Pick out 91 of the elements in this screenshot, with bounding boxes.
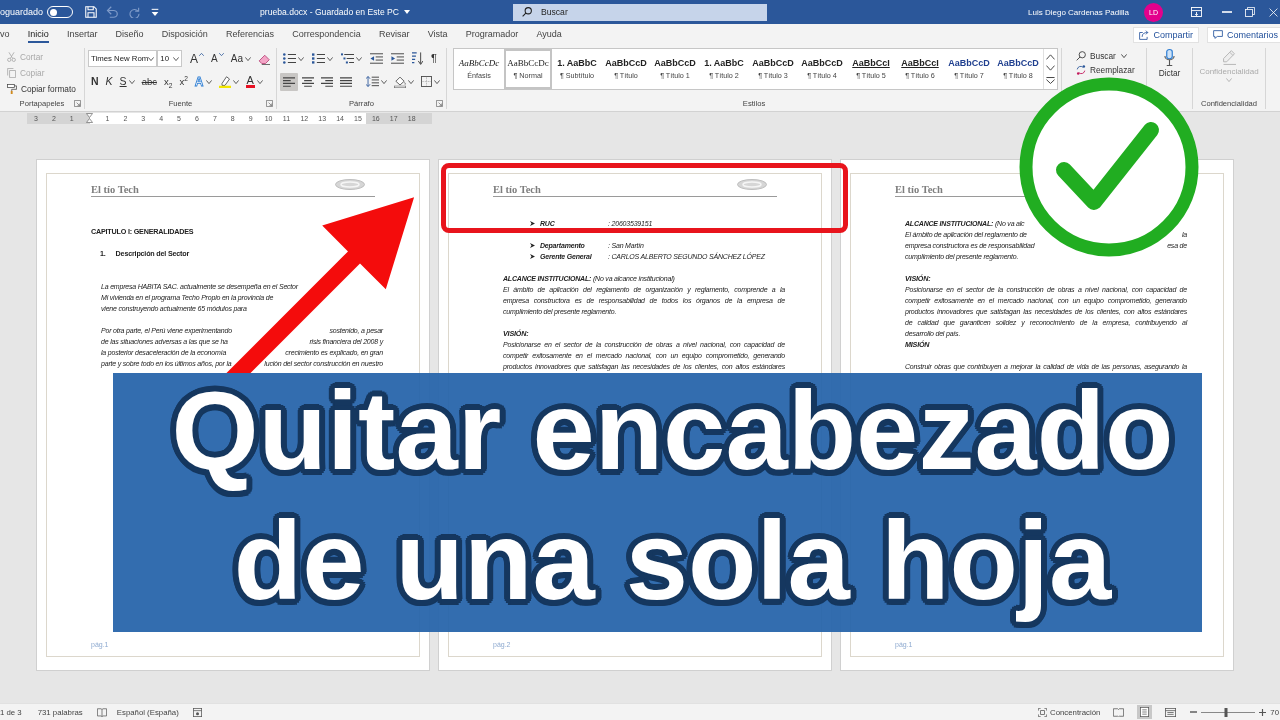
open-book-icon (1113, 707, 1125, 717)
bold-button[interactable]: N (88, 72, 102, 91)
superscript-button[interactable]: x$^{2}$ (176, 72, 191, 91)
ribbon-tab[interactable]: Diseño (115, 24, 144, 43)
scroll-up-icon[interactable] (1046, 53, 1055, 60)
microphone-icon (1164, 49, 1175, 66)
zoom-in-icon[interactable] (1259, 708, 1267, 716)
change-case-button[interactable]: Aa (227, 49, 254, 68)
bullet-icon (530, 243, 535, 248)
ribbon-tab[interactable]: Referencias (226, 24, 275, 43)
underline-button[interactable]: S (116, 72, 138, 91)
subscript-button[interactable]: x$_{2}$ (160, 72, 176, 91)
macro-icon[interactable] (192, 707, 202, 717)
ribbon-tab[interactable]: Correspondencia (292, 24, 361, 43)
align-center-icon (302, 76, 314, 87)
dialog-launcher-icon[interactable] (436, 99, 443, 107)
shrink-font-button[interactable]: A (208, 49, 227, 68)
search-icon (1076, 51, 1086, 61)
ribbon-tab[interactable]: Vista (427, 24, 448, 43)
share-button[interactable]: Compartir (1133, 26, 1199, 43)
eraser-icon[interactable] (258, 52, 270, 65)
document-title: prueba.docx - Guardado en Este PC (260, 7, 399, 17)
decrease-indent-icon[interactable] (370, 53, 383, 64)
ribbon-tab[interactable]: vo (0, 24, 10, 43)
close-icon[interactable] (1269, 7, 1278, 17)
align-left-icon (283, 76, 295, 87)
pen-icon (1222, 49, 1236, 65)
browser-window-icon (1165, 707, 1177, 717)
dropdown-icon[interactable] (151, 8, 160, 16)
dictate-button[interactable]: Dictar (1158, 49, 1181, 78)
sort-icon[interactable] (412, 52, 423, 65)
bullet-icon (530, 254, 535, 259)
highlighter-icon (218, 75, 231, 88)
ribbon-tab[interactable]: Ayuda (536, 24, 562, 43)
page-icon (1140, 707, 1150, 717)
justify-icon (340, 76, 352, 87)
align-left-button[interactable] (280, 72, 298, 91)
format-painter-button[interactable]: Copiar formato (5, 81, 78, 96)
ribbon-display-icon[interactable] (1191, 7, 1202, 17)
borders-icon (421, 76, 432, 87)
title-line: de una sola hoja (232, 505, 1113, 625)
bullet-icon (530, 221, 535, 226)
more-icon[interactable] (1046, 77, 1055, 85)
replace-button[interactable]: Reemplazar (1074, 64, 1137, 76)
comment-icon (1212, 30, 1223, 39)
caret-down-icon (218, 52, 224, 56)
replace-icon (1076, 65, 1086, 75)
increase-indent-icon[interactable] (391, 53, 404, 64)
ribbon-tab[interactable]: Programador (465, 24, 519, 43)
indent-marker-icon[interactable] (86, 113, 94, 123)
bulleted-list-icon (283, 53, 296, 64)
paint-bucket-icon (394, 75, 406, 88)
ribbon-tab[interactable]: Disposición (161, 24, 208, 43)
numbered-list-icon (312, 53, 325, 64)
dialog-launcher-icon[interactable] (266, 99, 273, 107)
scroll-down-icon[interactable] (1046, 65, 1055, 72)
save-icon[interactable] (85, 6, 98, 18)
find-button[interactable]: Buscar (1074, 50, 1129, 62)
grow-font-button[interactable]: A (187, 49, 208, 68)
focus-icon (1038, 707, 1048, 717)
zoom-slider-thumb[interactable] (1224, 707, 1228, 717)
header-text: El tío Tech (493, 184, 541, 196)
restore-icon[interactable] (1245, 7, 1255, 17)
header-text: El tío Tech (895, 184, 943, 196)
book-icon[interactable] (96, 707, 107, 717)
strikethrough-button[interactable]: abc (138, 72, 160, 91)
show-marks-button[interactable]: ¶ (428, 49, 440, 68)
header-text: El tío Tech (91, 184, 139, 196)
multilevel-list-icon (341, 53, 354, 64)
italic-button[interactable]: K (102, 72, 116, 91)
copy-icon (7, 67, 16, 78)
ribbon-tab[interactable]: Revisar (379, 24, 410, 43)
search-field[interactable]: Buscar (513, 3, 767, 21)
caret-icon (173, 56, 180, 61)
ribbon-tab[interactable]: Insertar (66, 24, 98, 43)
dialog-launcher-icon[interactable] (74, 99, 81, 107)
paintbrush-icon (7, 83, 17, 94)
align-right-icon (321, 76, 333, 87)
search-icon (522, 7, 532, 17)
font-color-button[interactable]: A (242, 72, 266, 91)
caret-up-icon (199, 52, 205, 56)
autosave-label: oguardado (0, 7, 44, 17)
scissors-icon (7, 51, 16, 62)
line-spacing-icon (366, 76, 379, 87)
share-icon (1139, 29, 1150, 40)
user-name: Luis Diego Cardenas Padilla (1028, 7, 1129, 17)
caret-icon (148, 56, 155, 61)
print-layout-button[interactable] (1137, 705, 1153, 719)
caret-icon[interactable] (404, 10, 410, 14)
ribbon-tab[interactable]: Inicio (27, 24, 49, 43)
comments-button[interactable]: Comentarios (1206, 26, 1280, 43)
